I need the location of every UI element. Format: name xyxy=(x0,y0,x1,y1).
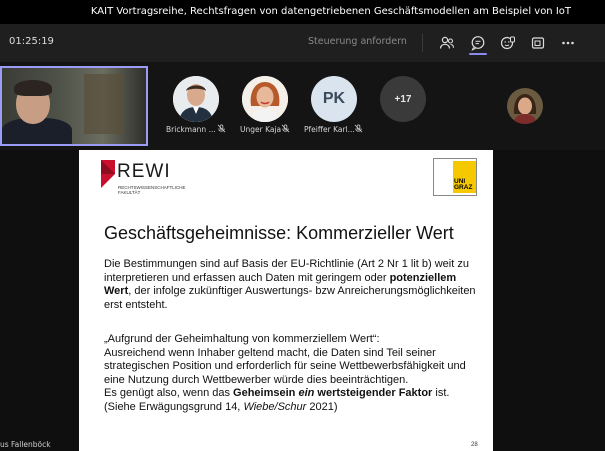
title-bar: KAIT Vortragsreihe, Rechtsfragen von dat… xyxy=(0,0,605,24)
p4-text-italic: Wiebe/Schur xyxy=(243,400,307,413)
people-button[interactable] xyxy=(436,32,458,54)
p2-quote: „Aufgrund der Geheimhaltung von kommerzi… xyxy=(104,333,380,345)
participant-name: Brickmann ... xyxy=(166,125,216,134)
participant-avatar-unger[interactable] xyxy=(242,76,288,122)
avatar-photo xyxy=(242,76,288,122)
p1-text-c: , der infolge zukünftiger Auswertungs- b… xyxy=(104,285,476,311)
uni-graz-logo: UNI GRAZ xyxy=(433,158,477,196)
rewi-logo-text: REWI xyxy=(117,161,171,182)
own-camera-avatar[interactable] xyxy=(507,88,543,124)
p4-line: (Siehe Erwägungsgrund 14, Wiebe/Schur 20… xyxy=(104,401,484,415)
meeting-toolbar: 01:25:19 Steuerung anfordern xyxy=(0,24,605,62)
p4-text-c: 2021) xyxy=(306,400,338,413)
toolbar-divider xyxy=(422,34,423,52)
slide-page-number: 28 xyxy=(471,442,478,448)
slide-title: Geschäftsgeheimnisse: Kommerzieller Wert xyxy=(104,223,454,243)
presenter-name-label: us Fallenböck xyxy=(0,440,51,449)
more-icon xyxy=(562,41,574,45)
stage-background xyxy=(493,150,605,451)
participant-name: Unger Kaja xyxy=(240,125,282,134)
chat-button[interactable] xyxy=(467,32,489,54)
p3-text-e: ist. xyxy=(432,387,450,399)
presenter-video[interactable] xyxy=(0,66,148,146)
slide-paragraph-1: Die Bestimmungen sind auf Basis der EU-R… xyxy=(104,258,484,312)
p3-text-bold-2: wertsteigender Faktor xyxy=(314,387,433,399)
share-icon xyxy=(531,37,545,49)
p3-line: Es genügt also, wenn das Geheimsein ein … xyxy=(104,387,484,401)
p4-text-a: (Siehe Erwägungsgrund 14, xyxy=(104,400,244,413)
more-options-button[interactable] xyxy=(557,32,579,54)
meeting-timer: 01:25:19 xyxy=(9,36,54,47)
p3-text-bold-1: Geheimsein xyxy=(233,387,299,399)
avatar-initials: PK xyxy=(322,90,346,107)
reactions-button[interactable] xyxy=(497,32,519,54)
mic-off-icon xyxy=(281,124,290,133)
p3-text-a: Es genügt also, wenn das xyxy=(104,387,234,399)
rewi-logo-subtitle: RECHTSWISSENSCHAFTLICHE FAKULTÄT xyxy=(118,185,186,195)
p2-body: Ausreichend wenn Inhaber geltend macht, … xyxy=(104,346,466,386)
reactions-icon xyxy=(500,36,515,50)
shared-slide: REWI RECHTSWISSENSCHAFTLICHE FAKULTÄT UN… xyxy=(79,150,493,451)
participant-avatar-brickmann[interactable] xyxy=(173,76,219,122)
share-button[interactable] xyxy=(527,32,549,54)
video-person-hair xyxy=(14,80,52,96)
rewi-logo-icon xyxy=(101,160,115,188)
overflow-count: +17 xyxy=(394,93,412,105)
participant-name: Pfeiffer Karl... xyxy=(304,125,355,134)
uni-graz-logo-text: UNI GRAZ xyxy=(454,178,473,191)
slide-paragraph-2: „Aufgrund der Geheimhaltung von kommerzi… xyxy=(104,333,484,414)
video-shelf xyxy=(84,74,124,134)
mic-off-icon xyxy=(217,124,226,133)
mic-off-icon xyxy=(354,124,363,133)
chat-icon xyxy=(471,36,485,51)
chat-active-indicator xyxy=(469,53,487,55)
avatar-photo xyxy=(173,76,219,122)
teams-meeting-window: KAIT Vortragsreihe, Rechtsfragen von dat… xyxy=(0,0,605,451)
window-title: KAIT Vortragsreihe, Rechtsfragen von dat… xyxy=(90,6,571,17)
more-participants-button[interactable]: +17 xyxy=(380,76,426,122)
participant-avatar-pfeiffer[interactable]: PK xyxy=(311,76,357,122)
p3-text-italic: ein xyxy=(298,387,315,399)
avatar-photo xyxy=(507,88,543,124)
people-icon xyxy=(439,36,455,49)
request-control-button[interactable]: Steuerung anfordern xyxy=(308,36,407,47)
